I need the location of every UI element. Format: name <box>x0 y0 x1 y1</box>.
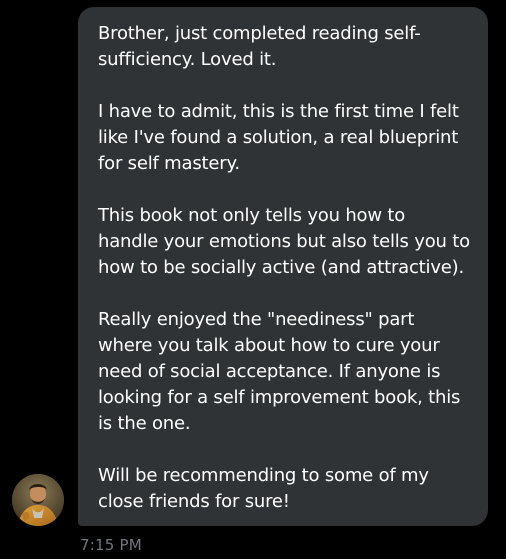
message-paragraph-2: I have to admit, this is the first time … <box>98 101 459 174</box>
message-paragraph-4: Really enjoyed the "neediness" part wher… <box>98 309 461 434</box>
painted-portrait-avatar-icon <box>12 474 64 526</box>
message-row: Brother, just completed reading self-suf… <box>0 0 506 559</box>
message-bubble[interactable]: Brother, just completed reading self-suf… <box>78 7 488 526</box>
sender-avatar[interactable] <box>12 474 64 526</box>
message-paragraph-1: Brother, just completed reading self-suf… <box>98 23 421 70</box>
message-paragraph-5: Will be recommending to some of my close… <box>98 465 429 512</box>
message-paragraph-3: This book not only tells you how to hand… <box>98 205 470 278</box>
message-timestamp: 7:15 PM <box>80 536 142 554</box>
